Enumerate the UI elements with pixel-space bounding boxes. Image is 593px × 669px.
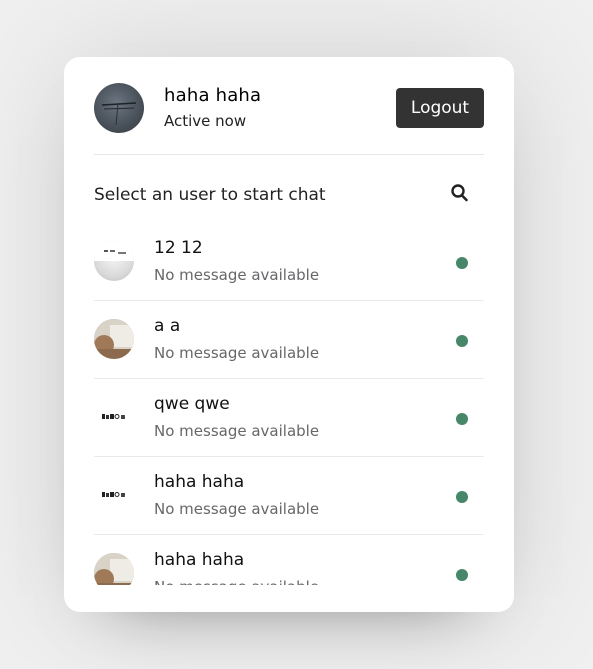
user-name: haha haha bbox=[154, 550, 245, 570]
user-avatar bbox=[94, 475, 134, 515]
user-avatar bbox=[94, 319, 134, 359]
search-prompt: Select an user to start chat bbox=[94, 185, 326, 205]
user-name: a a bbox=[154, 316, 181, 336]
user-name: haha haha bbox=[154, 472, 245, 492]
user-last-message: No message available bbox=[154, 422, 320, 440]
user-last-message: No message available bbox=[154, 500, 320, 518]
user-name: qwe qwe bbox=[154, 394, 230, 414]
users-list: 12 12 No message available a a No message a… bbox=[94, 223, 484, 585]
panel-inner: haha haha Active now Logout Select an us… bbox=[94, 57, 484, 612]
search-button[interactable] bbox=[450, 183, 470, 205]
user-list-item[interactable]: qwe qwe No message available bbox=[94, 379, 484, 457]
user-last-message: No message available bbox=[154, 578, 319, 585]
online-status-dot bbox=[456, 491, 468, 503]
online-status-dot bbox=[456, 257, 468, 269]
user-list-item[interactable]: 12 12 No message available bbox=[94, 223, 484, 301]
online-status-dot bbox=[456, 413, 468, 425]
user-last-message: No message available bbox=[154, 266, 320, 284]
user-list-item[interactable]: haha haha No message available bbox=[94, 535, 484, 585]
profile-avatar bbox=[94, 83, 144, 133]
online-status-dot bbox=[456, 335, 468, 347]
user-avatar bbox=[94, 397, 134, 437]
profile-name: haha haha bbox=[164, 85, 262, 106]
user-name: 12 12 bbox=[154, 238, 203, 258]
logout-button[interactable]: Logout bbox=[396, 88, 484, 128]
user-list-item[interactable]: a a No message available bbox=[94, 301, 484, 379]
profile-status: Active now bbox=[164, 112, 247, 130]
user-avatar bbox=[94, 241, 134, 281]
profile-header: haha haha Active now Logout bbox=[94, 57, 484, 155]
user-last-message: No message available bbox=[154, 344, 320, 362]
chat-users-panel: haha haha Active now Logout Select an us… bbox=[64, 57, 514, 612]
user-avatar bbox=[94, 553, 134, 585]
search-icon bbox=[451, 184, 468, 202]
user-list-item[interactable]: haha haha No message available bbox=[94, 457, 484, 535]
search-bar: Select an user to start chat bbox=[94, 175, 484, 215]
online-status-dot bbox=[456, 569, 468, 581]
